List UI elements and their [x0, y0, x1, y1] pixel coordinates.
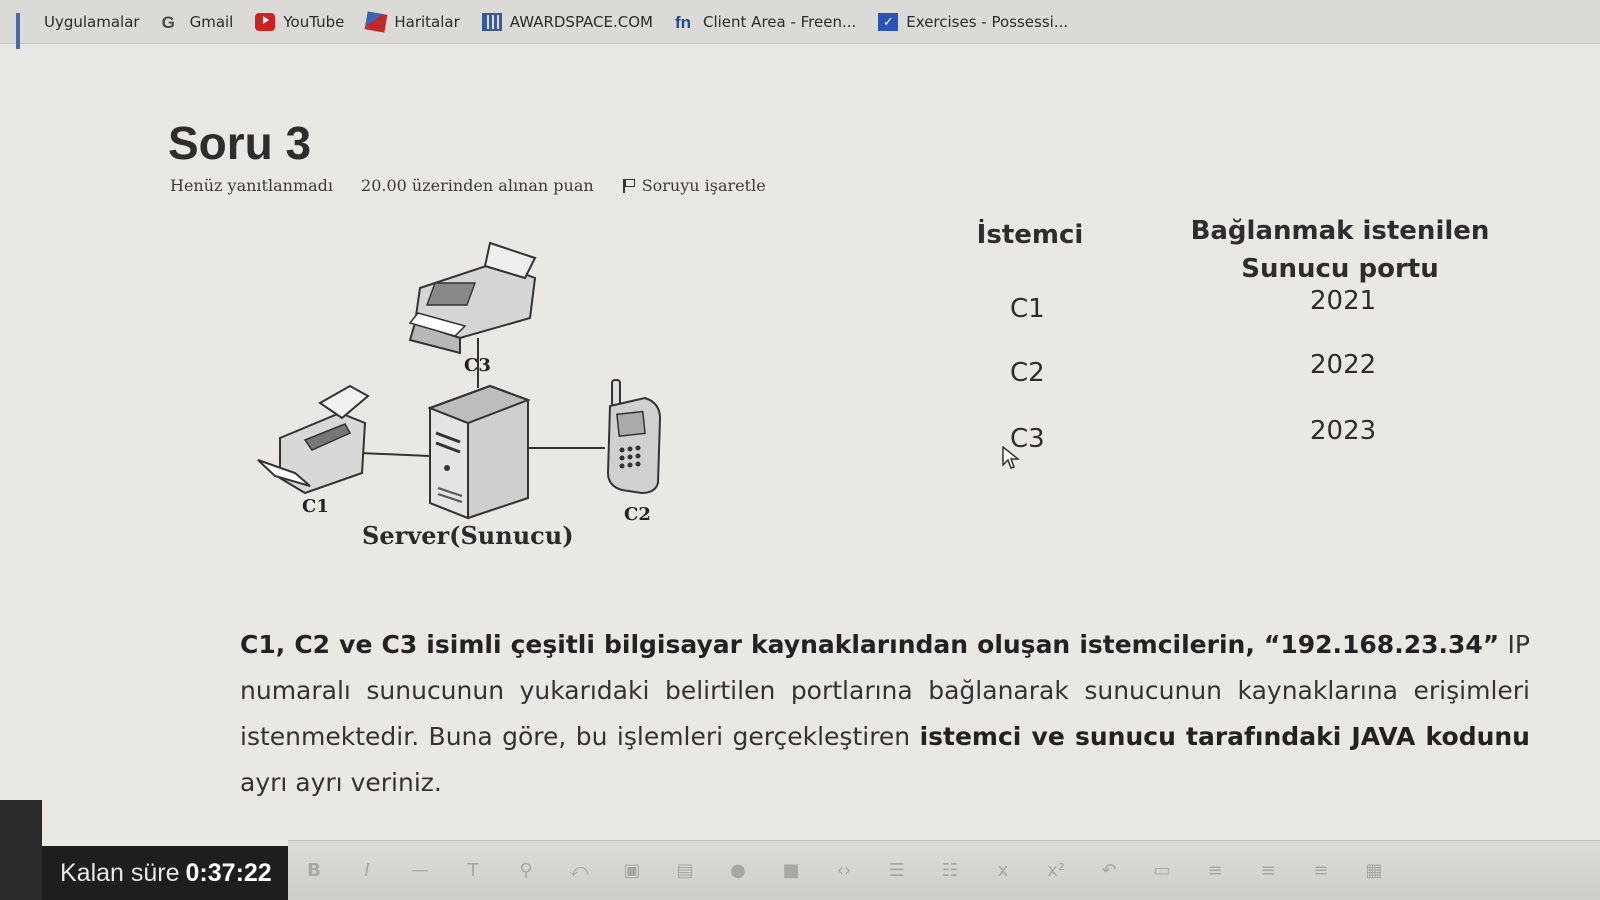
table-cell-port: 2021 [1310, 286, 1377, 316]
exercises-icon: ✓ [878, 12, 899, 31]
node-label-c2: C2 [624, 504, 651, 525]
link-icon[interactable]: ⚲ [516, 860, 536, 881]
bookmark-label: Uygulamalar [44, 12, 140, 31]
node-label-c1: C1 [302, 496, 329, 517]
awardspace-icon [481, 12, 502, 31]
strikethrough-button[interactable]: — [410, 860, 430, 881]
question-meta: Henüz yanıtlanmadı 20.00 üzerinden alına… [170, 176, 766, 195]
italic-button[interactable]: I [357, 860, 377, 881]
table-cell-client: C1 [1010, 294, 1045, 324]
printer-icon [257, 384, 370, 495]
question-points: 20.00 üzerinden alınan puan [361, 176, 594, 195]
superscript-icon[interactable]: x² [1046, 860, 1066, 881]
undo-icon[interactable]: ↶ [1099, 860, 1119, 881]
bookmark-gmail[interactable]: G Gmail [161, 12, 234, 32]
question-text-end: ayrı ayrı veriniz. [240, 768, 442, 797]
video-icon[interactable]: ■ [781, 860, 801, 881]
question-text: C1, C2 ve C3 isimli çeşitli bilgisayar k… [240, 622, 1530, 806]
server-label: Server(Sunucu) [362, 521, 574, 550]
bookmark-maps[interactable]: Haritalar [364, 10, 460, 33]
question-status: Henüz yanıtlanmadı [170, 176, 334, 195]
editor-toolbar: B I — T ⚲ ⤺ ▣ ▤ ● ■ ‹› ☰ ☷ x x² ↶ ▭ ≡ ≡ … [288, 840, 1600, 900]
question-text-bold-intro: C1, C2 ve C3 isimli çeşitli bilgisayar k… [240, 630, 1500, 659]
file-icon[interactable]: ▤ [675, 860, 695, 881]
subscript-icon[interactable]: x [993, 860, 1013, 881]
remaining-time-panel: Kalan süre 0:37:22 [42, 846, 288, 900]
timer-value: 0:37:22 [185, 858, 272, 887]
network-diagram: C3 Server(Sunucu) C1 C2 [257, 241, 662, 550]
table-header-port: Bağlanmak istenilen Sunucu portu [1180, 212, 1500, 288]
table-header-port-line1: Bağlanmak istenilen [1190, 216, 1490, 246]
bookmark-apps[interactable]: Uygulamalar [16, 12, 140, 49]
bookmark-freenom[interactable]: fn Client Area - Freen... [674, 12, 857, 32]
flag-icon [622, 178, 635, 194]
phone-icon [606, 379, 662, 495]
table-header-port-line2: Sunucu portu [1241, 254, 1439, 284]
image-icon[interactable]: ▣ [622, 860, 642, 881]
timer-label: Kalan süre [60, 858, 180, 887]
code-icon[interactable]: ‹› [834, 860, 854, 881]
bookmarks-bar: Uygulamalar G Gmail YouTube Haritalar AW… [0, 0, 1600, 49]
question-text-bold-java: istemci ve sunucu tarafındaki JAVA kodun… [919, 722, 1530, 751]
bookmark-label: Gmail [189, 12, 234, 31]
youtube-icon [255, 12, 276, 31]
bookmark-label: AWARDSPACE.COM [509, 12, 653, 31]
maps-icon [364, 10, 388, 33]
left-edge-shadow [0, 800, 42, 900]
flag-question-label: Soruyu işaretle [641, 176, 766, 195]
flag-question-link[interactable]: Soruyu işaretle [622, 176, 766, 195]
align-left-icon[interactable]: ≡ [1205, 860, 1225, 881]
text-format-button[interactable]: T [463, 860, 483, 881]
freenom-icon: fn [674, 12, 692, 32]
align-center-icon[interactable]: ≡ [1258, 860, 1278, 881]
numbered-list-icon[interactable]: ☷ [940, 860, 960, 881]
table-cell-client: C3 [1010, 424, 1045, 454]
table-header-client: İstemci [976, 220, 1084, 250]
link-c1-server [359, 452, 431, 457]
bookmark-awardspace[interactable]: AWARDSPACE.COM [481, 12, 653, 31]
apps-grid-icon [16, 12, 36, 49]
unlink-icon[interactable]: ⤺ [569, 860, 589, 881]
bookmark-exercises[interactable]: ✓ Exercises - Possessi... [878, 12, 1069, 31]
question-title: Soru 3 [168, 117, 312, 169]
bold-button[interactable]: B [304, 860, 324, 881]
bookmark-label: YouTube [283, 12, 345, 31]
table-icon[interactable]: ▦ [1364, 860, 1384, 881]
server-icon [427, 384, 531, 520]
bullet-list-icon[interactable]: ☰ [887, 860, 907, 881]
google-icon: G [161, 12, 175, 32]
bookmark-label: Exercises - Possessi... [906, 12, 1069, 31]
clear-format-icon[interactable]: ▭ [1152, 860, 1172, 881]
mouse-cursor-icon [1002, 446, 1020, 469]
node-label-c3: C3 [464, 355, 491, 376]
bookmark-youtube[interactable]: YouTube [255, 12, 345, 31]
port-table: İstemci Bağlanmak istenilen Sunucu portu… [960, 212, 1520, 502]
align-right-icon[interactable]: ≡ [1311, 860, 1331, 881]
bookmark-label: Haritalar [394, 12, 460, 31]
microphone-icon[interactable]: ● [728, 860, 748, 881]
bookmark-label: Client Area - Freen... [702, 12, 857, 31]
table-cell-port: 2022 [1310, 350, 1377, 380]
table-cell-port: 2023 [1310, 416, 1377, 446]
table-cell-client: C2 [1010, 358, 1045, 388]
fax-machine-icon [408, 241, 537, 355]
